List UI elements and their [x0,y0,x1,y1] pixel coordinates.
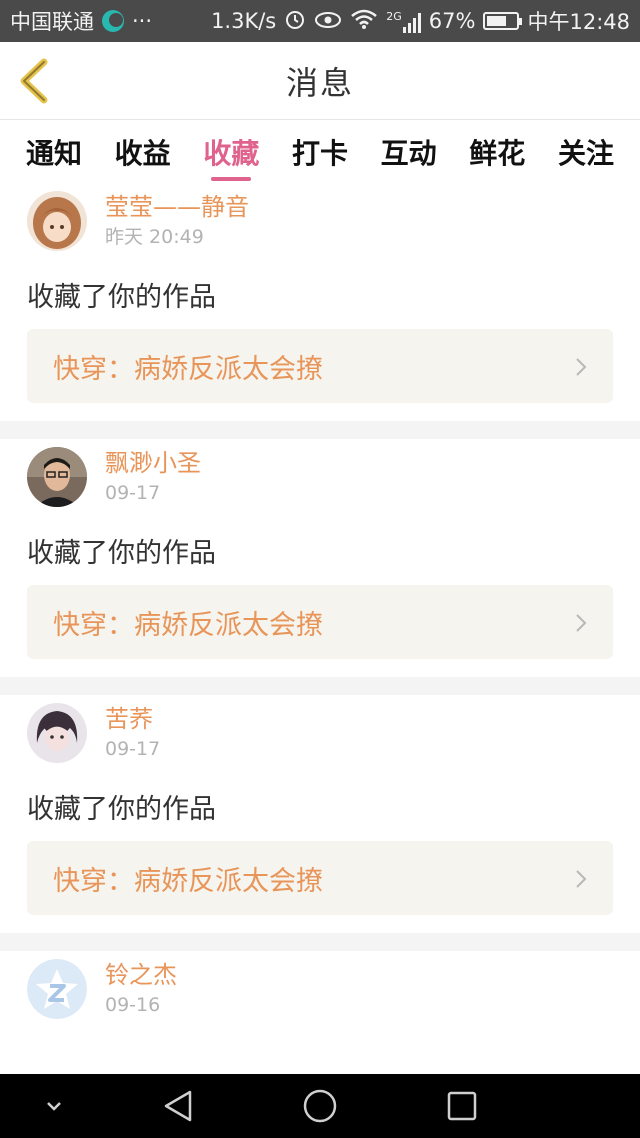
avatar[interactable] [27,191,87,251]
chevron-left-icon [20,58,48,104]
user-name[interactable]: 飘渺小圣 [105,448,201,478]
divider [0,677,640,695]
timestamp: 09-17 [105,738,161,760]
work-link[interactable]: 快穿：病娇反派太会撩 [27,841,613,915]
chevron-down-icon[interactable] [40,1088,68,1124]
app-header: 消息 [0,42,640,120]
wifi-icon [350,8,378,35]
work-title: 快穿：病娇反派太会撩 [53,353,323,385]
timestamp: 09-16 [105,994,161,1016]
action-text: 收藏了你的作品 [27,793,216,825]
avatar[interactable] [27,703,87,763]
more-dots: ··· [132,9,153,33]
eye-icon [314,9,342,34]
message-list: 莹莹——静音 昨天 20:49 收藏了你的作品 快穿：病娇反派太会撩 飘渺小圣 … [0,183,640,1027]
tab-favorites[interactable]: 收藏 [203,121,259,183]
list-item: 苦荞 09-17 收藏了你的作品 快穿：病娇反派太会撩 [0,695,640,915]
tab-follows[interactable]: 关注 [558,121,614,183]
work-link[interactable]: 快穿：病娇反派太会撩 [27,585,613,659]
work-link[interactable]: 快穿：病娇反派太会撩 [27,329,613,403]
tab-notifications[interactable]: 通知 [26,121,82,183]
network-speed: 1.3K/s [211,9,277,33]
back-triangle-icon[interactable] [160,1088,196,1124]
system-nav-bar [0,1074,640,1138]
action-text: 收藏了你的作品 [27,281,216,313]
page-title: 消息 [285,63,354,102]
user-name[interactable]: 苦荞 [105,704,160,734]
battery-icon [483,12,523,30]
avatar[interactable] [27,447,87,507]
do-not-disturb-icon [102,10,124,32]
chevron-right-icon [576,358,587,376]
battery-percent: 67% [428,9,476,33]
chevron-right-icon [576,614,587,632]
list-item: 铃之杰 09-16 [0,951,640,1027]
tab-earnings[interactable]: 收益 [115,121,171,183]
timestamp: 09-17 [105,482,161,504]
tab-checkin[interactable]: 打卡 [292,121,348,183]
clock: 中午12:48 [527,10,630,34]
tab-bar: 通知 收益 收藏 打卡 互动 鲜花 关注 [0,121,640,183]
signal-icon [402,12,421,33]
user-name[interactable]: 铃之杰 [105,960,177,990]
network-type: 2G [386,9,402,23]
back-button[interactable] [14,56,58,106]
work-title: 快穿：病娇反派太会撩 [53,609,323,641]
status-bar: 中国联通 ··· 1.3K/s 2G 67% 中午12:48 [0,0,640,42]
user-name[interactable]: 莹莹——静音 [105,192,249,222]
recent-square-icon[interactable] [446,1088,478,1124]
carrier-label: 中国联通 [10,10,94,34]
divider [0,421,640,439]
chevron-right-icon [576,870,587,888]
home-circle-icon[interactable] [302,1088,338,1124]
action-text: 收藏了你的作品 [27,537,216,569]
work-title: 快穿：病娇反派太会撩 [53,865,323,897]
avatar[interactable] [27,959,87,1019]
tab-flowers[interactable]: 鲜花 [469,121,525,183]
list-item: 莹莹——静音 昨天 20:49 收藏了你的作品 快穿：病娇反派太会撩 [0,183,640,403]
list-item: 飘渺小圣 09-17 收藏了你的作品 快穿：病娇反派太会撩 [0,439,640,659]
timestamp: 昨天 20:49 [105,226,204,248]
alarm-icon [284,8,306,35]
divider [0,933,640,951]
tab-interactions[interactable]: 互动 [381,121,437,183]
